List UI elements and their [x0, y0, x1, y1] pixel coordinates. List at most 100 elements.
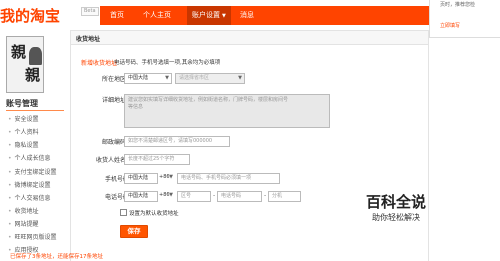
sidebar-item-profile[interactable]: • 个人资料 — [8, 127, 39, 136]
avatar-figure — [29, 47, 42, 65]
chevron-down-icon: ▼ — [169, 174, 173, 180]
bullet-icon: • — [8, 169, 12, 176]
dial-code: +86 — [159, 174, 170, 180]
country-value: 中国大陆 — [128, 193, 149, 199]
sidebar-divider — [6, 110, 64, 111]
sidebar-item-label: 个人交易信息 — [14, 195, 51, 202]
sidebar-item-label: 个人资料 — [14, 129, 39, 136]
sidebar-item-label: 支付宝绑定设置 — [14, 169, 57, 176]
region-country-select[interactable]: 中国大陆 ▼ — [124, 73, 172, 84]
sidebar-item-privacy[interactable]: • 隐私设置 — [8, 140, 39, 149]
default-address-label: 设置为默认收货地址 — [129, 211, 179, 217]
region-placeholder: 请选择省市区 — [179, 75, 210, 81]
mobile-input[interactable]: 电话号码、手机号码必须填一项 — [177, 173, 280, 184]
right-panel-text: 页时，推荐您检 — [440, 2, 476, 8]
chevron-down-icon: ▼ — [169, 192, 173, 198]
sidebar-item-reminders[interactable]: • 网站提醒 — [8, 219, 39, 228]
area-code-input[interactable]: 区号 — [177, 191, 211, 202]
mobile-placeholder: 电话号码、手机号码必须填一项 — [181, 175, 252, 181]
nav-messages[interactable]: 消息 — [240, 6, 254, 25]
sidebar-item-label: 微博绑定设置 — [14, 182, 51, 189]
sidebar-item-label: 旺旺网页版设置 — [14, 234, 57, 241]
nav-profile[interactable]: 个人主页 — [143, 6, 171, 25]
address-textarea[interactable]: 建议您如实填写详细收货地址，例如街道名称，门牌号码，楼层和房间号 等信息 — [124, 94, 330, 128]
chevron-down-icon: ▼ — [238, 75, 242, 81]
dash-separator: - — [264, 192, 267, 199]
sidebar-item-growth[interactable]: • 个人成长信息 — [8, 153, 51, 162]
beta-badge: Beta — [81, 7, 99, 16]
nav-account-settings-label: 账户设置 — [192, 11, 220, 19]
address-count-note: 已保存了3条地址，还能保存17条地址 — [10, 254, 103, 260]
panel-header: 收货地址 — [71, 31, 428, 45]
sidebar-item-weibo[interactable]: • 微博绑定设置 — [8, 180, 51, 189]
recipient-name-label: 收货人姓名* — [71, 155, 129, 164]
phone-country-select[interactable]: 中国大陆 — [124, 191, 158, 202]
nav-account-settings[interactable]: 账户设置 ▼ — [187, 6, 231, 25]
bullet-icon: • — [8, 221, 12, 228]
country-value: 中国大陆 — [128, 75, 149, 81]
tab-new-address[interactable]: 新增收货地址 — [81, 58, 117, 67]
bullet-icon: • — [8, 234, 12, 241]
postcode-input[interactable]: 如您不清楚邮递区号，请填写000000 — [124, 136, 230, 147]
watermark-title: 百科全说 — [366, 193, 427, 211]
region-label: 所在地区* — [71, 74, 129, 83]
watermark-subtitle: 助你轻松解决 — [372, 213, 420, 222]
mobile-code-select[interactable]: +86 ▼ — [159, 173, 175, 184]
postcode-label: 邮政编码* — [71, 137, 129, 146]
save-button[interactable]: 保存 — [120, 225, 148, 238]
sidebar-item-trade-info[interactable]: • 个人交易信息 — [8, 193, 51, 202]
fill-now-link[interactable]: 立即填写 — [440, 22, 460, 29]
phone-code-select[interactable]: +86 ▼ — [159, 191, 175, 202]
page-title: 收货地址 — [76, 36, 101, 43]
taobao-logo[interactable]: 我的淘宝 — [0, 2, 80, 28]
nav-home[interactable]: 首页 — [110, 6, 124, 25]
address-placeholder-line: 建议您如实填写详细收货地址，例如街道名称，门牌号码，楼层和房间号 — [128, 97, 289, 103]
region-province-select[interactable]: 请选择省市区 ▼ — [175, 73, 245, 84]
bullet-icon: • — [8, 142, 12, 149]
sidebar-item-wangwang[interactable]: • 旺旺网页版设置 — [8, 232, 57, 241]
recipient-name-input[interactable]: 长度不超过25个字符 — [124, 154, 190, 165]
postcode-placeholder: 如您不清楚邮递区号，请填写000000 — [128, 138, 213, 144]
area-code-placeholder: 区号 — [181, 193, 192, 199]
extension-placeholder: 分机 — [272, 193, 283, 199]
bullet-icon: • — [8, 116, 12, 123]
country-value: 中国大陆 — [128, 175, 149, 181]
sidebar-item-alipay[interactable]: • 支付宝绑定设置 — [8, 167, 57, 176]
sidebar-item-label: 网站提醒 — [14, 221, 39, 228]
phone-number-placeholder: 电话号码 — [221, 193, 242, 199]
chevron-down-icon: ▼ — [222, 13, 226, 19]
avatar[interactable]: 親 親 — [6, 36, 44, 93]
bullet-icon: • — [8, 182, 12, 189]
sidebar-item-address[interactable]: • 收货地址 — [8, 206, 39, 215]
phone-label: 电话号码 — [104, 194, 129, 201]
dash-separator: - — [213, 192, 216, 199]
avatar-glyph: 親 — [25, 66, 41, 84]
bullet-icon: • — [8, 195, 12, 202]
sidebar-item-label: 收货地址 — [14, 208, 39, 215]
phone-number-input[interactable]: 电话号码 — [217, 191, 262, 202]
logo-text: 我的淘宝 — [0, 7, 61, 25]
field-label-text: 收货人姓名 — [95, 157, 126, 164]
mobile-country-select[interactable]: 中国大陆 — [124, 173, 158, 184]
sidebar-item-label: 安全设置 — [14, 116, 39, 123]
extension-input[interactable]: 分机 — [268, 191, 301, 202]
dial-code: +86 — [159, 192, 170, 198]
address-label: 详细地址* — [71, 95, 129, 104]
mobile-label: 手机号码 — [104, 176, 129, 183]
sidebar-item-security[interactable]: • 安全设置 — [8, 114, 39, 123]
address-placeholder-line: 等信息 — [128, 104, 144, 110]
bullet-icon: • — [8, 208, 12, 215]
form-hint: 电话号码、手机号选填一项,其余均为必填项 — [114, 60, 221, 66]
checkbox-icon[interactable] — [120, 209, 127, 216]
bullet-icon: • — [8, 129, 12, 136]
field-label-text: 所在地区 — [101, 76, 126, 83]
right-info-panel: 页时，推荐您检 立即填写 — [429, 0, 500, 38]
field-label-text: 邮政编码 — [101, 139, 126, 146]
top-nav: 首页 个人主页 账户设置 ▼ 消息 — [100, 6, 430, 25]
chevron-down-icon: ▼ — [165, 75, 169, 81]
name-placeholder: 长度不超过25个字符 — [128, 156, 175, 162]
avatar-glyph: 親 — [11, 43, 27, 61]
sidebar-item-label: 隐私设置 — [14, 142, 39, 149]
sidebar-item-label: 个人成长信息 — [14, 155, 51, 162]
sidebar-title: 账号管理 — [6, 99, 38, 108]
